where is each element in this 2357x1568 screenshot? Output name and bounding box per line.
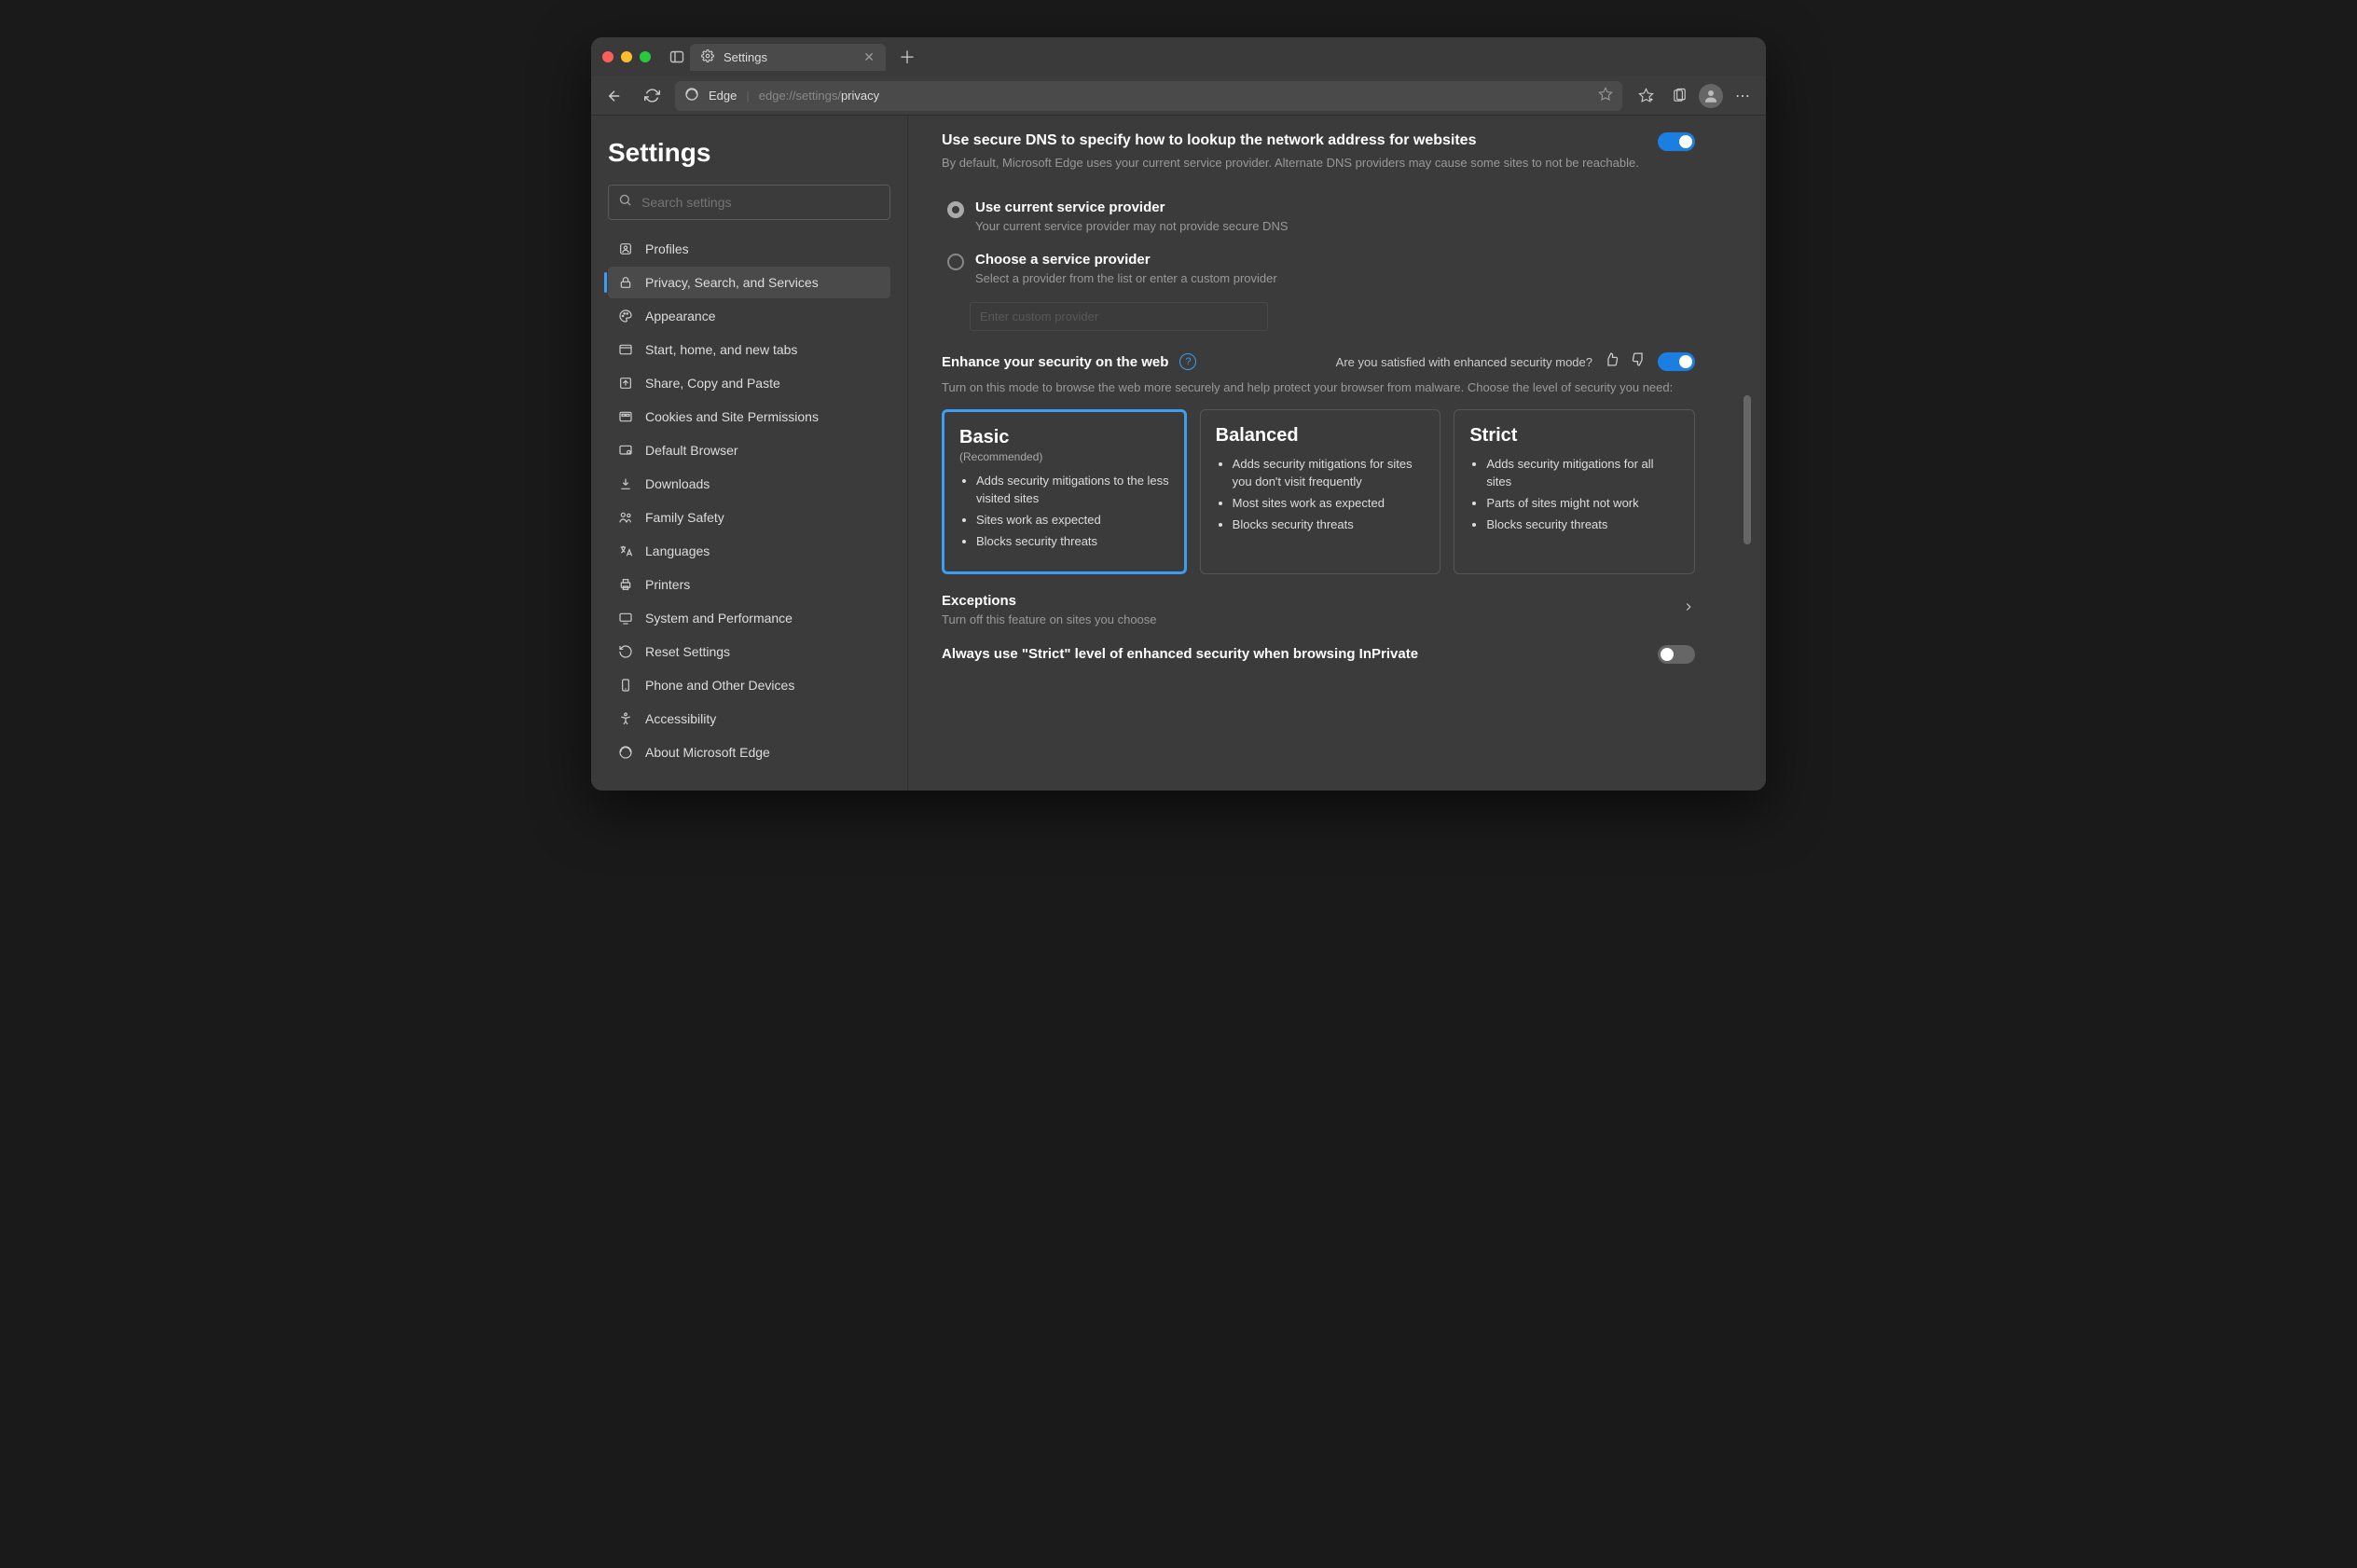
- secure-dns-desc: By default, Microsoft Edge uses your cur…: [942, 155, 1641, 172]
- address-bar[interactable]: Edge | edge://settings/privacy: [675, 81, 1622, 111]
- sidebar-item-languages[interactable]: Languages: [608, 535, 890, 567]
- settings-search[interactable]: [608, 185, 890, 220]
- palette-icon: [617, 308, 634, 324]
- sidebar-item-downloads[interactable]: Downloads: [608, 468, 890, 500]
- browser-icon: [617, 442, 634, 459]
- browser-window: Settings ✕ ＋ Edge | edge://settings/priv…: [591, 37, 1766, 791]
- lock-icon: [617, 274, 634, 291]
- search-icon: [618, 193, 632, 212]
- sidebar-item-default-browser[interactable]: Default Browser: [608, 434, 890, 466]
- radio-unselected-icon: [947, 254, 964, 270]
- chevron-right-icon: [1682, 600, 1695, 618]
- card-strict[interactable]: Strict Adds security mitigations for all…: [1454, 409, 1695, 573]
- sidebar-item-system[interactable]: System and Performance: [608, 602, 890, 634]
- custom-provider-input: [970, 302, 1268, 331]
- language-icon: [617, 543, 634, 559]
- family-icon: [617, 509, 634, 526]
- radio-selected-icon: [947, 201, 964, 218]
- favorite-star-icon[interactable]: [1598, 87, 1613, 104]
- download-icon: [617, 475, 634, 492]
- collections-icon[interactable]: [1665, 82, 1693, 110]
- sidebar-item-start[interactable]: Start, home, and new tabs: [608, 334, 890, 365]
- dns-option-choose[interactable]: Choose a service provider Select a provi…: [942, 242, 1695, 295]
- browser-tab[interactable]: Settings ✕: [690, 44, 886, 71]
- maximize-window-button[interactable]: [640, 51, 651, 62]
- close-window-button[interactable]: [602, 51, 613, 62]
- accessibility-icon: [617, 710, 634, 727]
- share-icon: [617, 375, 634, 392]
- sidebar-item-profiles[interactable]: Profiles: [608, 233, 890, 265]
- toolbar: Edge | edge://settings/privacy ⋯: [591, 76, 1766, 116]
- feedback-question: Are you satisfied with enhanced security…: [1336, 355, 1592, 369]
- cookie-icon: [617, 408, 634, 425]
- scrollbar[interactable]: [1744, 395, 1751, 544]
- tab-title: Settings: [724, 50, 767, 64]
- thumbs-up-icon[interactable]: [1604, 351, 1620, 372]
- minimize-window-button[interactable]: [621, 51, 632, 62]
- more-menu-icon[interactable]: ⋯: [1729, 82, 1757, 110]
- inprivate-strict-toggle[interactable]: [1658, 645, 1695, 664]
- sidebar-item-reset[interactable]: Reset Settings: [608, 636, 890, 667]
- profile-avatar[interactable]: [1699, 84, 1723, 108]
- window-controls: [602, 51, 651, 62]
- address-brand: Edge: [709, 89, 737, 103]
- sidebar-item-accessibility[interactable]: Accessibility: [608, 703, 890, 735]
- settings-search-input[interactable]: [641, 195, 880, 210]
- sidebar-item-share[interactable]: Share, Copy and Paste: [608, 367, 890, 399]
- sidebar-item-about[interactable]: About Microsoft Edge: [608, 736, 890, 768]
- settings-nav: Profiles Privacy, Search, and Services A…: [608, 233, 890, 768]
- sidebar-item-family[interactable]: Family Safety: [608, 502, 890, 533]
- enhance-security-toggle[interactable]: [1658, 352, 1695, 371]
- settings-sidebar: Settings Profiles Privacy, Search, and S…: [591, 116, 908, 791]
- new-tab-button[interactable]: ＋: [891, 45, 923, 69]
- sidebar-item-appearance[interactable]: Appearance: [608, 300, 890, 332]
- sidebar-item-cookies[interactable]: Cookies and Site Permissions: [608, 401, 890, 433]
- back-button[interactable]: [600, 82, 628, 110]
- phone-icon: [617, 677, 634, 694]
- reset-icon: [617, 643, 634, 660]
- gear-icon: [701, 49, 714, 65]
- enhance-title: Enhance your security on the web: [942, 354, 1168, 370]
- edge-logo-icon: [684, 87, 699, 104]
- enhance-desc: Turn on this mode to browse the web more…: [942, 379, 1695, 396]
- dns-option-current[interactable]: Use current service provider Your curren…: [942, 190, 1695, 242]
- secure-dns-title: Use secure DNS to specify how to lookup …: [942, 132, 1641, 149]
- secure-dns-toggle[interactable]: [1658, 132, 1695, 151]
- edge-icon: [617, 744, 634, 761]
- inprivate-strict-row: Always use "Strict" level of enhanced se…: [942, 645, 1695, 664]
- system-icon: [617, 610, 634, 626]
- sidebar-item-printers[interactable]: Printers: [608, 569, 890, 600]
- main-panel: Use secure DNS to specify how to lookup …: [908, 116, 1729, 791]
- favorites-icon[interactable]: [1632, 82, 1660, 110]
- settings-heading: Settings: [608, 138, 890, 168]
- address-url: edge://settings/privacy: [759, 89, 879, 103]
- sidebar-toggle-icon[interactable]: [664, 44, 690, 70]
- content-area: Settings Profiles Privacy, Search, and S…: [591, 116, 1766, 791]
- profile-icon: [617, 241, 634, 257]
- titlebar: Settings ✕ ＋: [591, 37, 1766, 76]
- card-basic[interactable]: Basic (Recommended) Adds security mitiga…: [942, 409, 1187, 573]
- sidebar-item-phone[interactable]: Phone and Other Devices: [608, 669, 890, 701]
- sidebar-item-privacy[interactable]: Privacy, Search, and Services: [608, 267, 890, 298]
- printer-icon: [617, 576, 634, 593]
- window-icon: [617, 341, 634, 358]
- exceptions-row[interactable]: Exceptions Turn off this feature on site…: [942, 593, 1695, 626]
- close-tab-button[interactable]: ✕: [863, 49, 875, 65]
- thumbs-down-icon[interactable]: [1631, 351, 1647, 372]
- card-balanced[interactable]: Balanced Adds security mitigations for s…: [1200, 409, 1441, 573]
- refresh-button[interactable]: [638, 82, 666, 110]
- security-level-cards: Basic (Recommended) Adds security mitiga…: [942, 409, 1695, 573]
- help-icon[interactable]: ?: [1179, 353, 1196, 370]
